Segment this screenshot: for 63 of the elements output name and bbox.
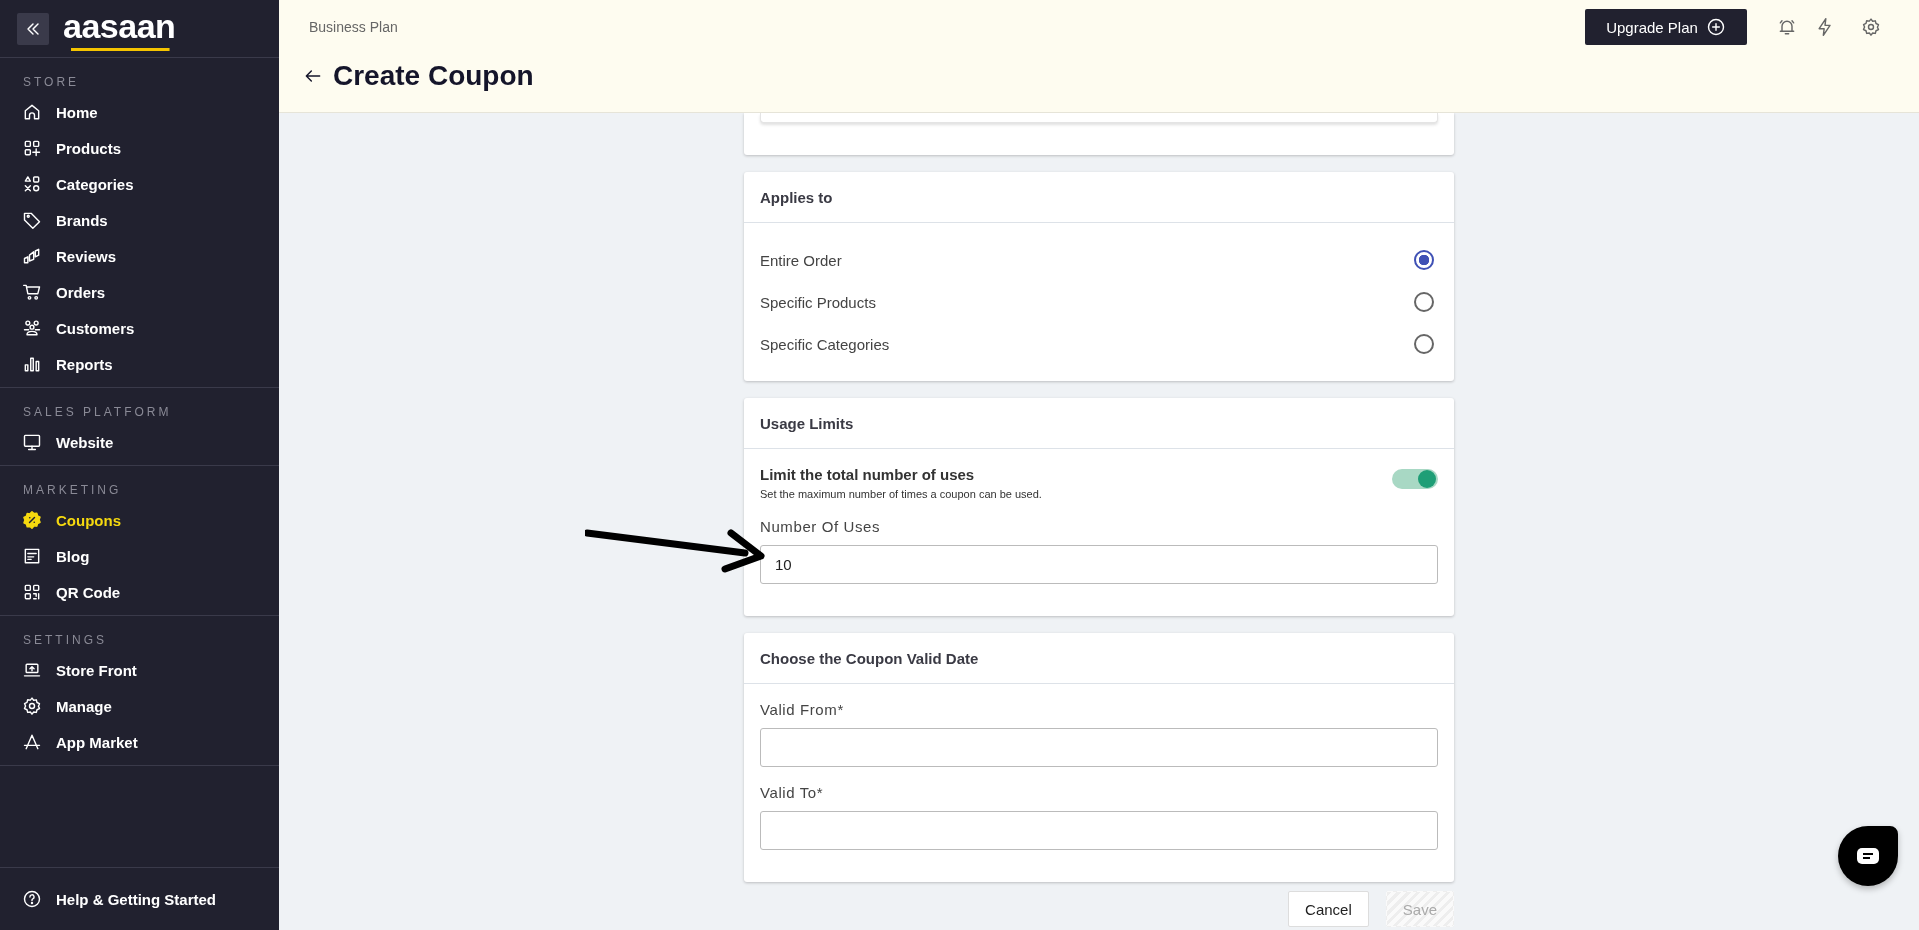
radio-button[interactable] — [1414, 250, 1434, 270]
cart-icon — [22, 282, 42, 302]
qr-code-icon — [22, 582, 42, 602]
nav-item[interactable]: Reports — [0, 346, 279, 382]
card-title: Applies to — [760, 188, 833, 206]
section-heading: SALES PLATFORM — [22, 404, 173, 420]
input-field[interactable]: 10 — [760, 545, 1438, 584]
radio-button[interactable] — [1414, 334, 1434, 354]
document-icon — [22, 546, 42, 566]
page-title: Create Coupon — [333, 60, 534, 92]
nav-item[interactable]: Website — [0, 424, 279, 460]
settings-icon — [1861, 17, 1881, 37]
section-heading: MARKETING — [22, 482, 123, 498]
card-title: Choose the Coupon Valid Date — [760, 649, 979, 667]
cancel-button[interactable]: Cancel — [1288, 891, 1369, 927]
percent-badge-icon — [22, 510, 42, 530]
nav-item[interactable]: Reviews — [0, 238, 279, 274]
toggle-switch[interactable] — [1392, 469, 1438, 489]
card-title: Usage Limits — [760, 414, 854, 432]
question-circle-icon — [22, 889, 42, 909]
house-icon — [22, 102, 42, 122]
section-heading: STORE — [22, 74, 81, 90]
field-label: Valid To* — [760, 783, 825, 803]
plan-name: Business Plan — [309, 19, 399, 35]
chat-button[interactable] — [1838, 826, 1898, 886]
input-field[interactable] — [760, 811, 1438, 850]
shapes-icon — [22, 174, 42, 194]
help-link[interactable]: Help & Getting Started — [0, 868, 279, 930]
option-label: Specific Products — [760, 293, 876, 311]
compass-icon — [22, 732, 42, 752]
toggle-description: Set the maximum number of times a coupon can be used. — [760, 487, 1042, 501]
nav-item[interactable]: QR Code — [0, 574, 279, 610]
nav-item[interactable]: Store Front — [0, 652, 279, 688]
bar-chart-icon — [22, 354, 42, 374]
section-heading: SETTINGS — [22, 632, 108, 648]
radio-button[interactable] — [1414, 292, 1434, 312]
nav-item[interactable]: Orders — [0, 274, 279, 310]
squares-plus-icon — [22, 138, 42, 158]
upgrade-plan-button[interactable]: Upgrade Plan — [1585, 9, 1747, 45]
settings-icon — [22, 696, 42, 716]
input-field[interactable] — [760, 728, 1438, 767]
monitor-icon — [22, 432, 42, 452]
laptop-upload-icon — [22, 660, 42, 680]
nav-item[interactable]: Products — [0, 130, 279, 166]
toggle-label: Limit the total number of uses — [760, 465, 976, 485]
option-label: Specific Categories — [760, 335, 890, 353]
option-label: Entire Order — [760, 251, 842, 269]
people-icon — [22, 318, 42, 338]
nav-item[interactable]: Categories — [0, 166, 279, 202]
nav-item[interactable]: Blog — [0, 538, 279, 574]
plus-circle-icon — [1705, 17, 1726, 37]
bell-icon — [1777, 17, 1797, 37]
nav-item[interactable]: Coupons — [0, 502, 279, 538]
field-label: Number Of Uses — [760, 517, 882, 537]
nav-item[interactable]: Home — [0, 94, 279, 130]
nav-item[interactable]: Brands — [0, 202, 279, 238]
tag-icon — [22, 210, 42, 230]
nav-item[interactable]: App Market — [0, 724, 279, 760]
field-label: Valid From* — [760, 700, 845, 720]
nav-item[interactable]: Customers — [0, 310, 279, 346]
collapse-button[interactable] — [17, 12, 49, 45]
nav-item[interactable]: Manage — [0, 688, 279, 724]
chat-bubble-icon — [1857, 848, 1879, 864]
